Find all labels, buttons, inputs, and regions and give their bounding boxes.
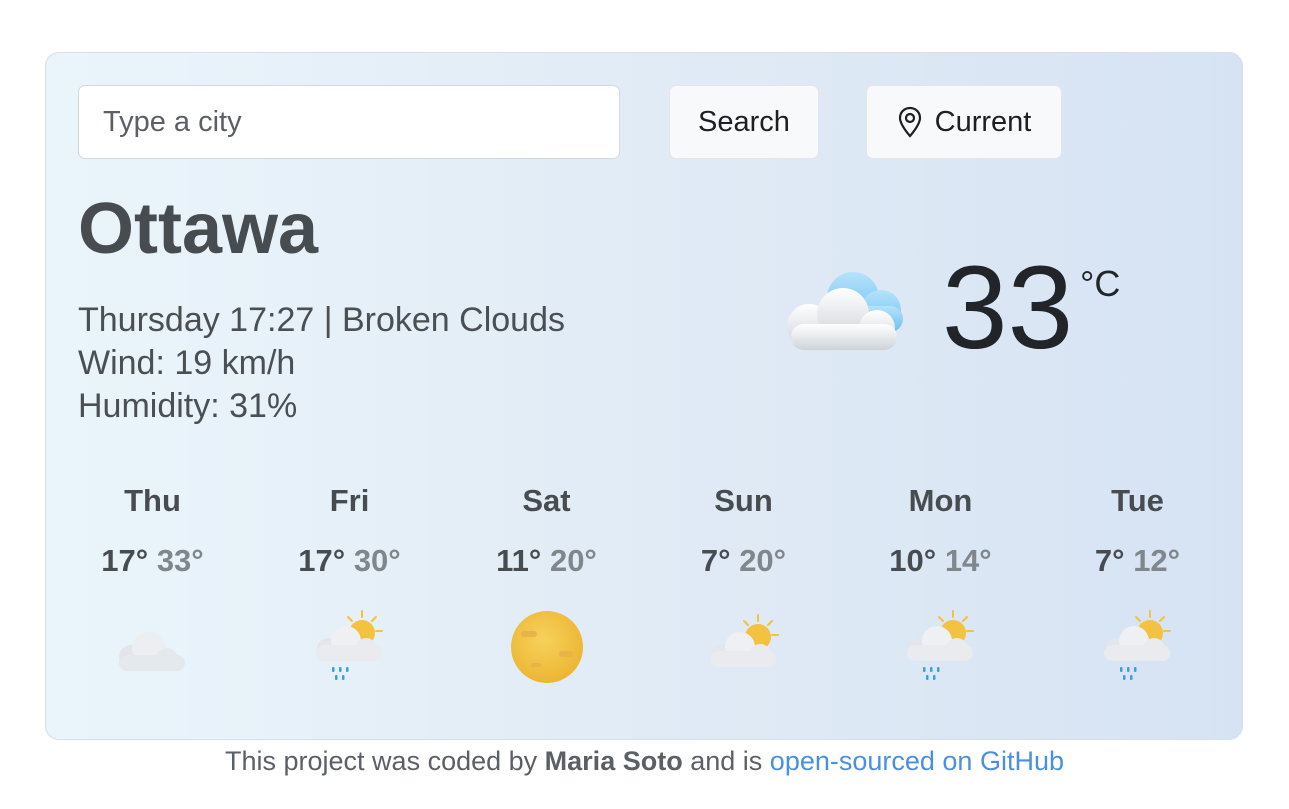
forecast-row: Thu 17° 33° Fri 17° 30° Sat 11° 20° Sun … <box>54 483 1236 685</box>
forecast-min-temp: 11° <box>496 543 542 578</box>
footer: This project was coded by Maria Soto and… <box>0 746 1289 777</box>
broken-clouds-icon <box>781 268 911 358</box>
forecast-temps: 7° 20° <box>701 543 786 583</box>
date-description: Thursday 17:27 | Broken Clouds <box>78 301 565 339</box>
sun-cloud-rain-icon <box>1098 605 1178 685</box>
forecast-min-temp: 10° <box>889 543 937 578</box>
sun-cloud-rain-icon <box>310 605 390 685</box>
current-details: Thursday 17:27 | Broken Clouds Wind: 19 … <box>78 299 565 428</box>
forecast-temps: 10° 14° <box>889 543 991 583</box>
forecast-max-temp: 20° <box>739 543 787 578</box>
forecast-day: Sun 7° 20° <box>645 483 842 685</box>
forecast-max-temp: 33° <box>156 543 204 578</box>
forecast-temps: 7° 12° <box>1095 543 1180 583</box>
forecast-day-name: Sun <box>714 483 773 518</box>
forecast-temps: 11° 20° <box>496 543 597 583</box>
location-pin-icon <box>897 106 923 138</box>
humidity: Humidity: 31% <box>78 387 298 425</box>
forecast-temps: 17° 30° <box>298 543 400 583</box>
forecast-min-temp: 17° <box>101 543 149 578</box>
footer-middle: and is <box>690 746 763 776</box>
forecast-min-temp: 7° <box>1094 543 1125 578</box>
temperature-unit: °C <box>1080 263 1121 304</box>
forecast-day: Fri 17° 30° <box>251 483 448 685</box>
current-button-label: Current <box>934 105 1032 138</box>
city-name: Ottawa <box>78 189 319 269</box>
footer-prefix: This project was coded by <box>225 746 538 776</box>
current-temperature: 33 <box>942 242 1074 374</box>
forecast-temps: 17° 33° <box>101 543 203 583</box>
forecast-min-temp: 7° <box>700 543 731 578</box>
forecast-day-name: Sat <box>522 483 571 518</box>
forecast-max-temp: 30° <box>353 543 401 578</box>
forecast-day: Tue 7° 12° <box>1039 483 1236 685</box>
sun-icon <box>507 605 587 685</box>
forecast-day-name: Thu <box>124 483 181 518</box>
current-location-button[interactable]: Current <box>866 85 1062 159</box>
forecast-day-name: Tue <box>1111 483 1164 518</box>
forecast-day: Sat 11° 20° <box>448 483 645 685</box>
wind-speed: Wind: 19 km/h <box>78 344 296 382</box>
forecast-min-temp: 17° <box>298 543 346 578</box>
sun-cloud-icon <box>704 605 784 685</box>
search-button[interactable]: Search <box>669 85 819 159</box>
forecast-day-name: Fri <box>329 483 370 518</box>
footer-author: Maria Soto <box>544 746 683 776</box>
forecast-day: Thu 17° 33° <box>54 483 251 685</box>
forecast-day-name: Mon <box>908 483 973 518</box>
github-link[interactable]: open-sourced on GitHub <box>770 746 1064 776</box>
city-search-input[interactable] <box>78 85 620 159</box>
sun-cloud-rain-icon <box>901 605 981 685</box>
weather-card: Search Current Ottawa Thursday 17:27 | B… <box>45 52 1243 740</box>
forecast-max-temp: 12° <box>1133 543 1181 578</box>
forecast-max-temp: 20° <box>549 543 597 578</box>
forecast-max-temp: 14° <box>944 543 992 578</box>
forecast-day: Mon 10° 14° <box>842 483 1039 685</box>
cloud-icon <box>113 605 193 685</box>
